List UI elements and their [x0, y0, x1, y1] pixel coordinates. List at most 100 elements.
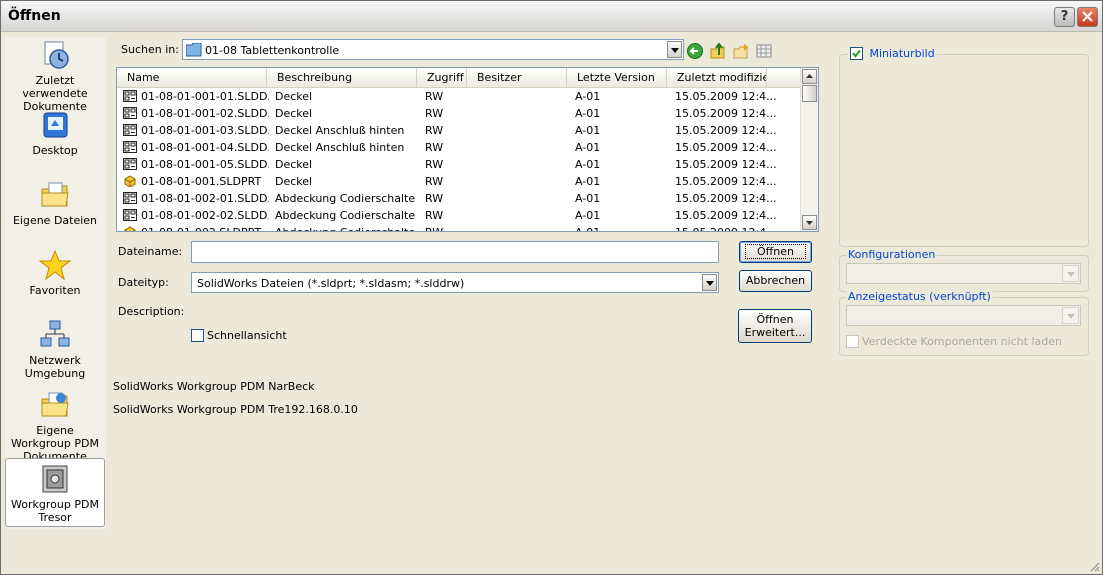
table-row[interactable]: 01-08-01-001.SLDPRT Deckel RW A-01 15.05.200… [117, 173, 801, 190]
place-pdm-documents[interactable]: Eigene Workgroup PDM Dokumente [5, 389, 105, 463]
column-header-last-version[interactable]: Letzte Version [567, 68, 667, 87]
cell-owner [475, 139, 565, 156]
back-icon[interactable] [687, 43, 703, 59]
chevron-down-icon [1062, 265, 1079, 282]
cell-access: RW [425, 158, 444, 171]
look-in-combo[interactable]: 01-08 Tablettenkontrolle [182, 39, 684, 60]
view-menu-icon[interactable] [756, 43, 772, 59]
cell-version: A-01 [575, 192, 601, 205]
place-network[interactable]: Netzwerk Umgebung [5, 319, 105, 385]
filename-label: Dateiname: [118, 245, 183, 258]
filetype-combo[interactable]: SolidWorks Dateien (*.sldprt; *.sldasm; … [191, 272, 719, 293]
place-label: Workgroup PDM Tresor [11, 498, 99, 524]
column-header-name[interactable]: Name [117, 68, 267, 87]
place-label: Eigene Dateien [12, 214, 98, 227]
cell-modified: 15.05.2009 12:4... [675, 107, 777, 120]
column-header-description[interactable]: Beschreibung [267, 68, 417, 87]
table-row[interactable]: 01-08-01-001-01.SLDD... Deckel RW A-01 15.05… [117, 88, 801, 105]
cell-access: RW [425, 175, 444, 188]
place-my-documents[interactable]: Eigene Dateien [5, 179, 105, 237]
up-folder-icon[interactable] [710, 43, 726, 59]
resize-grip-icon[interactable] [1088, 560, 1100, 572]
quickview-checkbox[interactable] [191, 329, 204, 342]
drawing-file-icon [123, 192, 137, 204]
table-row[interactable]: 01-08-01-002.SLDPRT Abdeckung Codierschal… [117, 224, 801, 231]
cell-owner [475, 105, 565, 122]
place-label: Favoriten [29, 284, 81, 297]
place-favorites[interactable]: Favoriten [5, 249, 105, 307]
table-row[interactable]: 01-08-01-001-04.SLDD... Deckel Anschluß h… [117, 139, 801, 156]
place-pdm-vault[interactable]: Workgroup PDM Tresor [5, 458, 105, 527]
place-desktop[interactable]: Desktop [5, 109, 105, 167]
column-header-owner[interactable]: Besitzer [467, 68, 567, 87]
open-label: Öffnen [745, 244, 806, 259]
open-button[interactable]: Öffnen [739, 241, 812, 263]
pdm-vault-icon [42, 465, 68, 493]
new-folder-icon[interactable] [733, 43, 749, 59]
cell-version: A-01 [575, 90, 601, 103]
recent-documents-icon [44, 41, 69, 69]
cell-owner [475, 122, 565, 139]
table-row[interactable]: 01-08-01-001-03.SLDD... Deckel Anschluß h… [117, 122, 801, 139]
filename-input[interactable] [191, 241, 719, 263]
place-label: Desktop [32, 144, 78, 157]
cancel-label: Abbrechen [745, 274, 806, 287]
chevron-down-icon[interactable] [667, 41, 682, 58]
configurations-combo[interactable] [846, 263, 1081, 284]
cell-version: A-01 [575, 124, 601, 137]
open-advanced-label-2: Erweitert... [744, 326, 806, 339]
scroll-down-button[interactable] [802, 215, 817, 230]
table-row[interactable]: 01-08-01-001-02.SLDD... Deckel RW A-01 15.05… [117, 105, 801, 122]
place-recent-documents[interactable]: Zuletzt verwendete Dokumente [5, 39, 105, 113]
close-icon [1082, 11, 1093, 22]
hidden-components-checkbox[interactable] [846, 335, 859, 348]
cell-desc: Deckel [275, 175, 313, 188]
table-row[interactable]: 01-08-01-001-05.SLDD... Deckel RW A-01 15.05… [117, 156, 801, 173]
server-item-tre[interactable]: SolidWorks Workgroup PDM Tre192.168.0.10 [113, 403, 358, 416]
table-row[interactable]: 01-08-01-002-02.SLDD... Abdeckung Codiers… [117, 207, 801, 224]
vertical-scrollbar[interactable] [800, 68, 818, 231]
server-item-narbeck[interactable]: SolidWorks Workgroup PDM NarBeck [113, 380, 315, 393]
cancel-button[interactable]: Abbrechen [739, 270, 812, 292]
drawing-file-icon [123, 158, 137, 170]
column-header-modified[interactable]: Zuletzt modifiziert [667, 68, 767, 87]
cell-desc: Deckel [275, 107, 313, 120]
help-button[interactable]: ? [1054, 7, 1075, 27]
preview-checkbox[interactable] [850, 46, 863, 60]
cell-modified: 15.05.2009 12:4... [675, 124, 777, 137]
part-file-icon [124, 226, 136, 231]
look-in-value: 01-08 Tablettenkontrolle [205, 44, 340, 57]
checkmark-icon [852, 49, 861, 58]
drawing-file-icon [123, 124, 137, 136]
title-bar[interactable]: Öffnen ? [1, 1, 1102, 32]
cell-name: 01-08-01-001-04.SLDD... [141, 141, 269, 154]
cell-owner [475, 156, 565, 173]
scroll-thumb[interactable] [802, 85, 817, 102]
chevron-down-icon[interactable] [702, 274, 717, 291]
open-advanced-button[interactable]: Öffnen Erweitert... [738, 309, 812, 343]
cell-desc: Deckel [275, 158, 313, 171]
column-header-access[interactable]: Zugriff [417, 68, 467, 87]
cell-name: 01-08-01-002-02.SLDD... [141, 209, 269, 222]
desktop-icon [43, 112, 68, 138]
place-label: Zuletzt verwendete Dokumente [22, 74, 88, 113]
folder-icon [186, 43, 202, 57]
favorites-star-icon [39, 249, 71, 281]
cell-access: RW [425, 192, 444, 205]
cell-access: RW [425, 124, 444, 137]
cell-access: RW [425, 90, 444, 103]
table-row[interactable]: 01-08-01-002-01.SLDD... Abdeckung Codiers… [117, 190, 801, 207]
cell-owner [475, 224, 565, 231]
display-state-combo[interactable] [846, 305, 1081, 326]
file-list[interactable]: Name Beschreibung Zugriff Besitzer Letzt… [116, 67, 819, 232]
cell-version: A-01 [575, 224, 665, 231]
cell-name: 01-08-01-001-02.SLDD... [141, 107, 269, 120]
open-dialog: Öffnen ? Zuletzt verwendete Dokumente De… [0, 0, 1103, 575]
window-title: Öffnen [8, 8, 61, 24]
cell-desc: Deckel Anschluß hinten [275, 124, 405, 137]
cell-desc: Deckel Anschluß hinten [275, 141, 405, 154]
cell-modified: 15.05.2009 12:4... [675, 209, 777, 222]
cell-name: 01-08-01-001-01.SLDD... [141, 90, 269, 103]
close-button[interactable] [1077, 7, 1098, 27]
scroll-up-button[interactable] [802, 69, 817, 84]
